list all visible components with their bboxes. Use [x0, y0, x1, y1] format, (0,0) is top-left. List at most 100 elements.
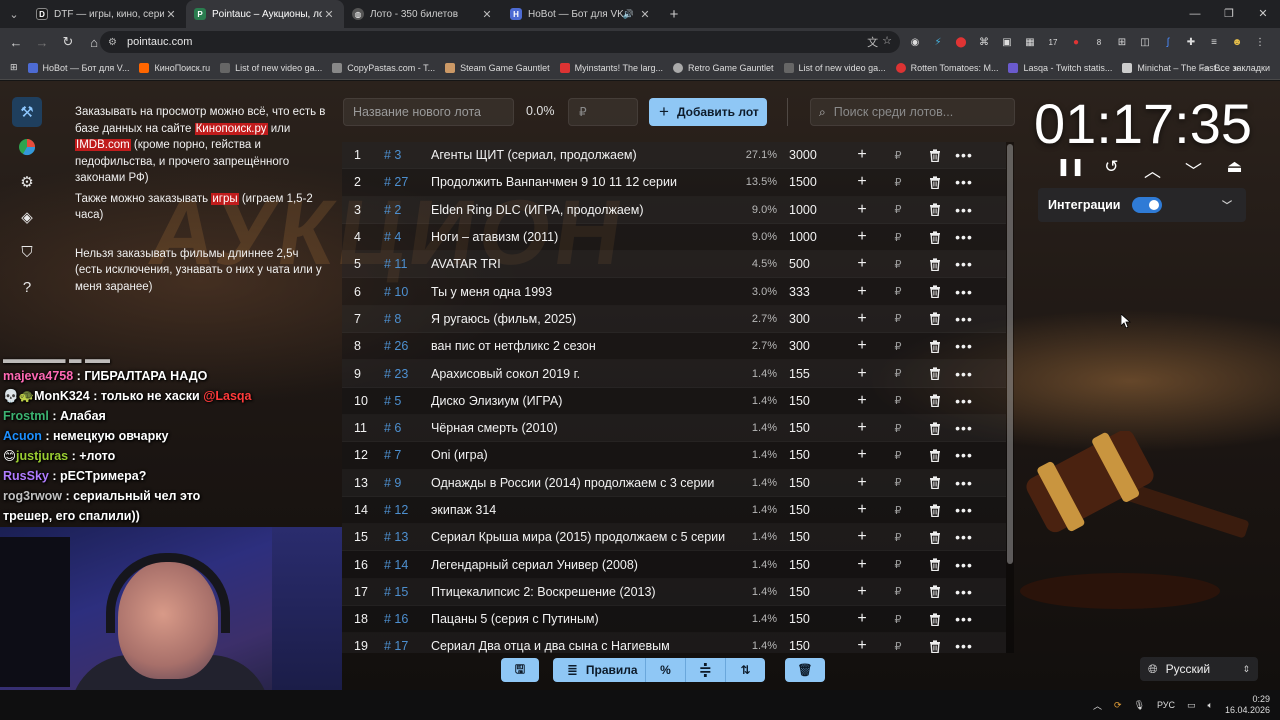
add-amount-icon[interactable]: + [847, 337, 877, 355]
add-amount-icon[interactable]: + [847, 446, 877, 464]
amount-input-ruble[interactable]: ₽ [877, 340, 919, 353]
lot-row[interactable]: 13 # 9 Однажды в России (2014) продолжаем … [342, 470, 1006, 497]
lot-amount[interactable]: 150 [777, 476, 847, 490]
amount-input-ruble[interactable]: ₽ [877, 476, 919, 489]
lot-row[interactable]: 15 # 13 Сериал Крыша мира (2015) продолжае… [342, 524, 1006, 551]
delete-lot-icon[interactable] [919, 394, 951, 408]
add-amount-icon[interactable]: + [847, 146, 877, 164]
address-bar[interactable]: ⚙ pointauc.com 文 ☆ [100, 31, 900, 53]
lot-name[interactable]: Сериал Два отца и два сына с Нагиевым [431, 639, 729, 653]
amount-input-ruble[interactable]: ₽ [877, 422, 919, 435]
lot-amount[interactable]: 500 [777, 257, 847, 271]
extension-icon[interactable]: 8 [1089, 32, 1109, 52]
profile-avatar-icon[interactable]: ☻ [1227, 32, 1247, 52]
lot-name[interactable]: Диско Элизиум (ИГРА) [431, 394, 729, 408]
shield-icon[interactable]: ⛉ [12, 237, 42, 267]
bookmark-star-icon[interactable]: ☆ [882, 34, 892, 50]
percent-toggle-button[interactable]: % [645, 658, 685, 682]
extension-icon[interactable]: ⬤ [951, 32, 971, 52]
lot-name[interactable]: Однажды в России (2014) продолжаем с 3 с… [431, 476, 729, 490]
add-amount-icon[interactable]: + [847, 392, 877, 410]
delete-lot-icon[interactable] [919, 149, 951, 162]
imdb-link[interactable]: IMDB.com [75, 139, 131, 151]
delete-lot-icon[interactable] [919, 449, 951, 462]
extension-icon[interactable]: ◉ [905, 32, 925, 52]
bookmark-item[interactable]: Rotten Tomatoes: M... [895, 62, 998, 73]
lot-row[interactable]: 10 # 5 Диско Элизиум (ИГРА) 1.4% 150 + ₽ ••• [342, 388, 1006, 415]
lot-row[interactable]: 17 # 15 Птицекалипсис 2: Воскрешение (2013… [342, 579, 1006, 606]
add-amount-icon[interactable]: + [847, 201, 877, 219]
add-amount-icon[interactable]: + [847, 173, 877, 191]
lot-amount[interactable]: 155 [777, 367, 847, 381]
bookmark-item[interactable]: List of new video ga... [220, 62, 322, 73]
close-window-icon[interactable]: ✕ [1246, 0, 1280, 28]
add-amount-icon[interactable]: + [847, 501, 877, 519]
lot-amount[interactable]: 1500 [777, 175, 847, 189]
lot-amount[interactable]: 150 [777, 394, 847, 408]
site-info-icon[interactable]: ⚙ [108, 37, 117, 48]
delete-lot-icon[interactable] [919, 230, 951, 244]
bookmark-item[interactable]: Steam Game Gauntlet [445, 62, 550, 73]
add-amount-icon[interactable]: + [847, 365, 877, 383]
extension-icon[interactable]: ⊞ [1112, 32, 1132, 52]
lot-row[interactable]: 4 # 4 Ноги – атавизм (2011) 9.0% 1000 + ₽ ••• [342, 224, 1006, 251]
more-options-icon[interactable]: ••• [951, 475, 977, 491]
lot-name[interactable]: Я ругаюсь (фильм, 2025) [431, 312, 729, 326]
add-amount-icon[interactable]: + [847, 310, 877, 328]
back-arrow-icon[interactable]: ← [4, 30, 28, 54]
tab-hobot[interactable]: H HoBot — Бот для VK Video 🔊 ✕ [502, 0, 660, 28]
volume-icon[interactable]: 🔈︎ [1208, 700, 1213, 711]
more-options-icon[interactable]: ••• [951, 284, 977, 300]
delete-lot-icon[interactable] [919, 476, 951, 490]
delete-lot-icon[interactable] [919, 203, 951, 217]
lot-row[interactable]: 2 # 27 Продолжить Ванпанчмен 9 10 11 12 се… [342, 169, 1006, 196]
delete-lot-icon[interactable] [919, 585, 951, 599]
amount-input-ruble[interactable]: ₽ [877, 258, 919, 271]
more-options-icon[interactable]: ••• [951, 393, 977, 409]
lot-name[interactable]: Пацаны 5 (серия с Путиным) [431, 612, 729, 626]
extension-icon[interactable]: 17 [1043, 32, 1063, 52]
delete-lot-icon[interactable] [919, 503, 951, 517]
chevron-down-icon[interactable]: ﹀ [1222, 197, 1232, 212]
add-amount-icon[interactable]: + [847, 283, 877, 301]
lot-amount[interactable]: 150 [777, 503, 847, 517]
browser-menu-icon[interactable]: ⋮ [1250, 32, 1270, 52]
bookmark-item[interactable]: Myinstants! The larg... [559, 62, 663, 73]
new-lot-amount-input[interactable]: ₽ [568, 98, 638, 126]
pause-icon[interactable]: ❚❚ [1050, 157, 1091, 182]
delete-lot-icon[interactable] [919, 312, 951, 326]
lot-name[interactable]: Арахисовый сокол 2019 г. [431, 367, 729, 381]
amount-input-ruble[interactable]: ₽ [877, 312, 919, 325]
extension-icon[interactable]: ▦ [1020, 32, 1040, 52]
help-icon[interactable]: ? [12, 272, 42, 302]
lot-row[interactable]: 14 # 12 экипаж 314 1.4% 150 + ₽ ••• [342, 497, 1006, 524]
compress-rows-icon[interactable]: ≑ [685, 658, 725, 682]
language-select[interactable]: 🌐︎ Русский ⇕ [1140, 657, 1258, 681]
lot-row[interactable]: 5 # 11 AVATAR TRI 4.5% 500 + ₽ ••• [342, 251, 1006, 278]
microphone-icon[interactable]: 🎙︎ [1134, 700, 1145, 711]
extension-icon[interactable]: ◫ [1135, 32, 1155, 52]
lot-row[interactable]: 11 # 6 Чёрная смерть (2010) 1.4% 150 + ₽ ••• [342, 415, 1006, 442]
bookmark-item[interactable]: КиноПоиск.ru [139, 62, 210, 73]
lot-amount[interactable]: 150 [777, 530, 847, 544]
lot-amount[interactable]: 150 [777, 639, 847, 653]
lot-row[interactable]: 9 # 23 Арахисовый сокол 2019 г. 1.4% 155 + ₽ ••… [342, 360, 1006, 387]
close-tab-icon[interactable]: ✕ [322, 8, 336, 21]
amount-input-ruble[interactable]: ₽ [877, 585, 919, 598]
lot-name[interactable]: Птицекалипсис 2: Воскрешение (2013) [431, 585, 729, 599]
tab-search-button[interactable]: ⌄ [0, 0, 28, 28]
more-options-icon[interactable]: ••• [951, 174, 977, 190]
lot-row[interactable]: 3 # 2 Elden Ring DLC (ИГРА, продолжаем) 9.0… [342, 197, 1006, 224]
amount-input-ruble[interactable]: ₽ [877, 367, 919, 380]
kinopoisk-link[interactable]: Кинопоиск.ру [194, 122, 268, 135]
delete-lot-icon[interactable] [919, 640, 951, 653]
close-tab-icon[interactable]: ✕ [480, 8, 494, 21]
all-bookmarks-button[interactable]: ▭ Все закладки [1201, 56, 1270, 80]
add-amount-icon[interactable]: + [847, 637, 877, 653]
add-amount-icon[interactable]: + [847, 228, 877, 246]
sort-arrows-icon[interactable]: ⇅ [725, 658, 765, 682]
extension-icon[interactable]: ● [1066, 32, 1086, 52]
add-lot-button[interactable]: + Добавить лот [649, 98, 767, 126]
chevron-down-icon[interactable]: ﹀ [1173, 157, 1214, 182]
new-lot-name-input[interactable]: Название нового лота [343, 98, 514, 126]
